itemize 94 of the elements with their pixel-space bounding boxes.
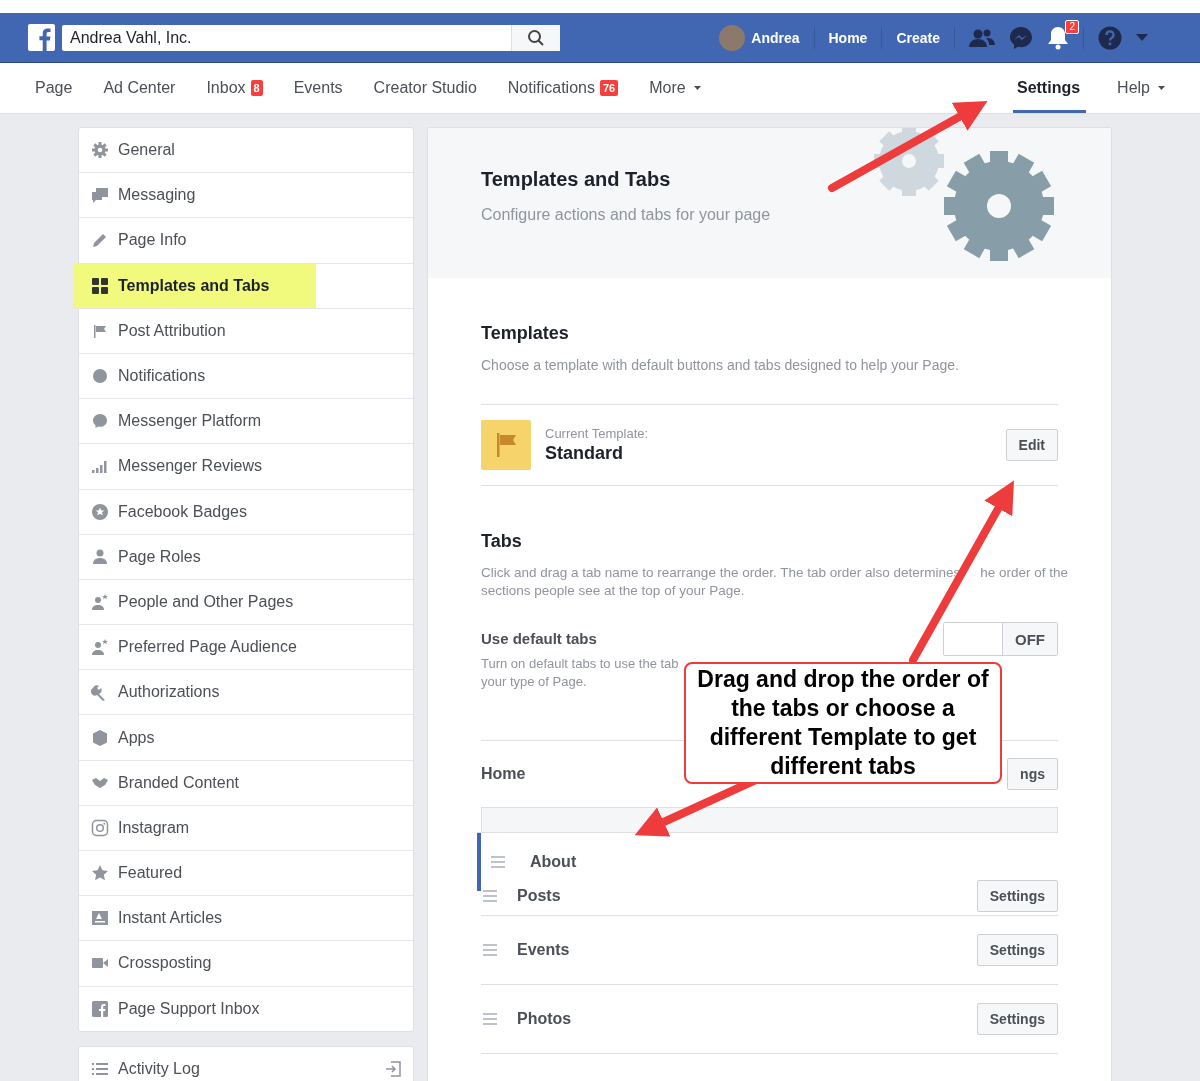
page-tab[interactable]: Creator Studio bbox=[373, 63, 477, 113]
search-icon bbox=[527, 28, 545, 47]
tab-name: Home bbox=[481, 765, 526, 783]
sidebar-item[interactable]: Crossposting bbox=[79, 941, 413, 987]
template-label: Current Template: bbox=[545, 426, 649, 441]
exit-icon bbox=[385, 1060, 401, 1077]
page-tab[interactable]: Ad Center bbox=[103, 63, 176, 113]
settings-button[interactable]: ngs bbox=[1007, 758, 1058, 790]
sidebar-item[interactable]: Page Support Inbox bbox=[79, 986, 413, 1031]
sidebar-item[interactable]: Instant Articles bbox=[79, 896, 413, 942]
count-badge: 8 bbox=[250, 80, 263, 96]
sidebar-item[interactable]: General bbox=[79, 128, 413, 174]
person-icon bbox=[91, 547, 109, 566]
section-description: Click and drag a tab name to rearrange the order. The tab order also determines bbox=[481, 564, 961, 582]
section-description: Choose a template with default buttons and tabs designed to help your Page. bbox=[481, 356, 960, 374]
document-icon bbox=[91, 909, 109, 928]
avatar-icon bbox=[719, 24, 746, 51]
sidebar-item[interactable]: Preferred Page Audience bbox=[79, 625, 413, 671]
page-tab[interactable]: Events bbox=[293, 63, 343, 113]
search-button[interactable] bbox=[511, 24, 560, 51]
friends-icon[interactable] bbox=[969, 27, 995, 48]
sidebar-item[interactable]: Messenger Platform bbox=[79, 399, 413, 445]
sidebar-item[interactable]: Post Attribution bbox=[79, 308, 413, 354]
edit-button[interactable]: Edit bbox=[1005, 429, 1058, 461]
page-tab[interactable]: Inbox 8 bbox=[206, 63, 263, 113]
tab-row[interactable]: Events Settings bbox=[481, 916, 1058, 985]
messenger-icon[interactable] bbox=[1009, 25, 1033, 50]
search-field[interactable]: Andrea Vahl, Inc. bbox=[62, 24, 511, 51]
page-tab[interactable]: Help bbox=[1117, 63, 1165, 113]
nav-link[interactable]: Home bbox=[828, 29, 868, 46]
drag-handle-icon[interactable] bbox=[483, 944, 497, 956]
caret-icon bbox=[1158, 85, 1165, 91]
sidebar-item[interactable]: Authorizations bbox=[79, 670, 413, 716]
help-icon[interactable] bbox=[1098, 25, 1122, 50]
sidebar-item[interactable]: Messenger Reviews bbox=[79, 444, 413, 490]
profile-link[interactable]: Andrea bbox=[719, 24, 800, 51]
tab-row[interactable]: Photos Settings bbox=[481, 985, 1058, 1054]
setting-label: Use default tabs bbox=[481, 630, 598, 647]
settings-button[interactable]: Settings bbox=[976, 880, 1058, 912]
globe-icon bbox=[91, 367, 109, 386]
tab-row[interactable]: Posts Settings bbox=[481, 877, 1058, 916]
page-tab[interactable]: Page bbox=[35, 63, 73, 113]
sidebar-item[interactable]: Branded Content bbox=[79, 760, 413, 806]
sidebar-item[interactable]: Activity Log bbox=[79, 1046, 413, 1081]
section-description: he order of the bbox=[980, 564, 1069, 582]
sidebar-item[interactable]: Notifications bbox=[79, 353, 413, 400]
logo-icon[interactable] bbox=[28, 24, 55, 51]
sidebar-item[interactable]: Featured bbox=[79, 851, 413, 897]
settings-button[interactable]: Settings bbox=[976, 1003, 1058, 1035]
caret-icon[interactable] bbox=[1136, 33, 1148, 42]
nav-link[interactable]: Create bbox=[896, 29, 940, 46]
tab-name: About bbox=[530, 853, 577, 871]
notification-badge: 2 bbox=[1065, 19, 1079, 34]
toggle-switch[interactable]: OFF bbox=[943, 622, 1058, 656]
badge-icon bbox=[91, 502, 109, 521]
square-icon bbox=[91, 999, 109, 1018]
sidebar-item[interactable]: Page Roles bbox=[79, 534, 413, 580]
chat-icon bbox=[91, 186, 109, 205]
section-description: sections people see at the top of your Page. bbox=[481, 582, 745, 600]
template-name: Standard bbox=[545, 443, 624, 464]
person-star-icon bbox=[91, 592, 109, 611]
sidebar-item[interactable]: Facebook Badges bbox=[79, 489, 413, 535]
sidebar-item[interactable]: Page Info bbox=[79, 218, 413, 264]
grid-icon bbox=[91, 276, 109, 295]
count-badge: 76 bbox=[599, 80, 619, 96]
caret-icon bbox=[693, 85, 701, 91]
drag-handle-icon[interactable] bbox=[491, 856, 505, 868]
page-tab[interactable]: Notifications 76 bbox=[507, 63, 619, 113]
sidebar-item[interactable]: Templates and Tabs bbox=[73, 263, 413, 309]
camera-icon bbox=[91, 818, 109, 837]
section-title: Tabs bbox=[481, 531, 523, 552]
page-title: Templates and Tabs bbox=[481, 168, 672, 191]
section-title: Templates bbox=[481, 323, 570, 344]
sidebar-item[interactable]: Instagram bbox=[79, 805, 413, 851]
flag-icon bbox=[481, 420, 531, 470]
page-subtitle: Configure actions and tabs for your page bbox=[481, 206, 771, 224]
sidebar-item[interactable]: Messaging bbox=[79, 173, 413, 219]
tab-name: Events bbox=[517, 941, 570, 959]
page-tab[interactable]: Settings bbox=[1012, 63, 1087, 113]
callout-note: Drag and drop the order of the tabs or choose a different Template to get different tabs bbox=[684, 662, 1002, 784]
page-tab[interactable]: More bbox=[649, 63, 701, 113]
gear-icon bbox=[91, 141, 109, 160]
drag-handle-icon[interactable] bbox=[483, 890, 497, 902]
sidebar-item[interactable]: Apps bbox=[79, 715, 413, 761]
bell-icon[interactable] bbox=[1047, 25, 1069, 50]
drag-handle-icon[interactable] bbox=[483, 1013, 497, 1025]
setting-description: your type of Page. bbox=[481, 673, 588, 691]
star-icon bbox=[91, 864, 109, 883]
setting-description: Turn on default tabs to use the tab bbox=[481, 655, 679, 673]
settings-button[interactable]: Settings bbox=[976, 934, 1058, 966]
pencil-icon bbox=[91, 231, 109, 250]
tab-name: Photos bbox=[517, 1010, 572, 1028]
sidebar-item[interactable]: People and Other Pages bbox=[79, 579, 413, 626]
person-star-icon bbox=[91, 638, 109, 657]
